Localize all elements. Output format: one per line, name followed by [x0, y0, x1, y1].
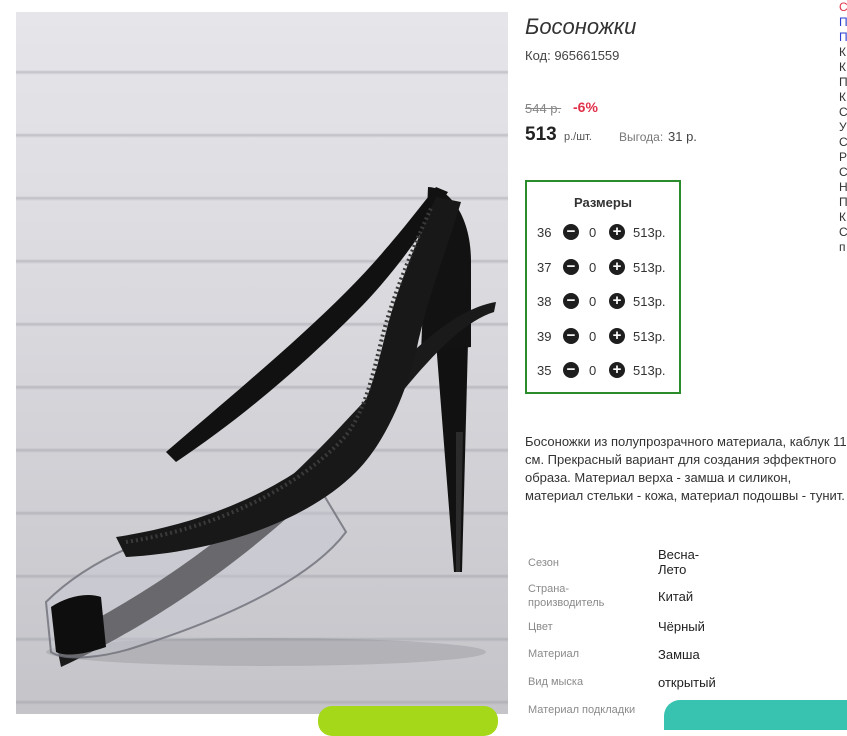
price-unit: р./шт. [564, 131, 592, 143]
side-text-item[interactable]: П [839, 30, 847, 45]
size-row: 36 − 0 + 513р. [537, 223, 677, 243]
property-label: Материал [528, 648, 579, 660]
property-label: Вид мыска [528, 676, 584, 688]
size-row: 37 − 0 + 513р. [537, 258, 677, 278]
size-quantity[interactable]: 0 [589, 225, 596, 240]
benefit-label: Выгода: [619, 130, 664, 144]
side-column: С П П К К П К С У С Р С Н П К С п [839, 0, 847, 255]
sizes-title: Размеры [574, 195, 632, 210]
size-quantity[interactable]: 0 [589, 294, 596, 309]
green-corner-decoration [318, 706, 498, 736]
size-quantity[interactable]: 0 [589, 260, 596, 275]
side-text-item: С [839, 105, 847, 119]
product-photo[interactable] [16, 12, 508, 714]
plus-circle-icon[interactable]: + [609, 293, 625, 309]
side-text-item: К [839, 60, 846, 74]
sandal-image [44, 187, 496, 667]
old-price: 544 р. [525, 101, 562, 116]
product-title: Босоножки [525, 14, 637, 39]
plus-circle-icon[interactable]: + [609, 259, 625, 275]
size-number: 39 [537, 329, 552, 344]
side-text-item[interactable]: П [839, 15, 847, 30]
property-value: Весна- Лето [658, 547, 700, 577]
side-text-item: С [839, 135, 847, 149]
size-quantity[interactable]: 0 [589, 329, 596, 344]
product-description: Босоножки из полупрозрачного материала, … [525, 434, 847, 503]
benefit-value: 31 р. [668, 129, 697, 144]
side-text-item: П [839, 75, 847, 89]
size-number: 35 [537, 363, 552, 378]
property-label: Страна- производитель [528, 583, 605, 609]
discount-badge: -6% [573, 99, 598, 115]
side-text-item: У [839, 120, 847, 134]
current-price: 513 [525, 124, 557, 145]
side-text-item: К [839, 210, 846, 224]
size-row: 39 − 0 + 513р. [537, 327, 677, 347]
side-text-item[interactable]: С [839, 0, 847, 15]
side-text-item: п [839, 240, 846, 254]
side-text-item: С [839, 225, 847, 239]
minus-circle-icon[interactable]: − [563, 293, 579, 309]
side-text-item: К [839, 90, 846, 104]
side-text-item: С [839, 165, 847, 179]
product-code: Код: 965661559 [525, 48, 620, 63]
property-value: Замша [658, 647, 700, 662]
side-text-item: П [839, 195, 847, 209]
minus-circle-icon[interactable]: − [563, 259, 579, 275]
size-number: 38 [537, 294, 552, 309]
minus-circle-icon[interactable]: − [563, 362, 579, 378]
size-number: 37 [537, 260, 552, 275]
size-price: 513р. [633, 363, 666, 378]
property-label: Цвет [528, 621, 553, 633]
teal-corner-decoration [664, 700, 847, 730]
property-value: Чёрный [658, 619, 705, 634]
size-price: 513р. [633, 329, 666, 344]
minus-circle-icon[interactable]: − [563, 328, 579, 344]
size-quantity[interactable]: 0 [589, 363, 596, 378]
plus-circle-icon[interactable]: + [609, 328, 625, 344]
size-row: 38 − 0 + 513р. [537, 292, 677, 312]
property-label: Сезон [528, 557, 559, 569]
minus-circle-icon[interactable]: − [563, 224, 579, 240]
plus-circle-icon[interactable]: + [609, 224, 625, 240]
side-text-item: К [839, 45, 846, 59]
plus-circle-icon[interactable]: + [609, 362, 625, 378]
side-text-item: Н [839, 180, 847, 194]
size-price: 513р. [633, 294, 666, 309]
property-label: Материал подкладки [528, 704, 636, 716]
property-value: Китай [658, 589, 694, 604]
size-price: 513р. [633, 225, 666, 240]
side-text-item: Р [839, 150, 847, 164]
size-number: 36 [537, 225, 552, 240]
size-row: 35 − 0 + 513р. [537, 361, 677, 381]
sizes-panel: Размеры 36 − 0 + 513р. 37 − 0 + 513р. 38… [525, 180, 681, 394]
property-value: открытый [658, 675, 716, 690]
size-price: 513р. [633, 260, 666, 275]
